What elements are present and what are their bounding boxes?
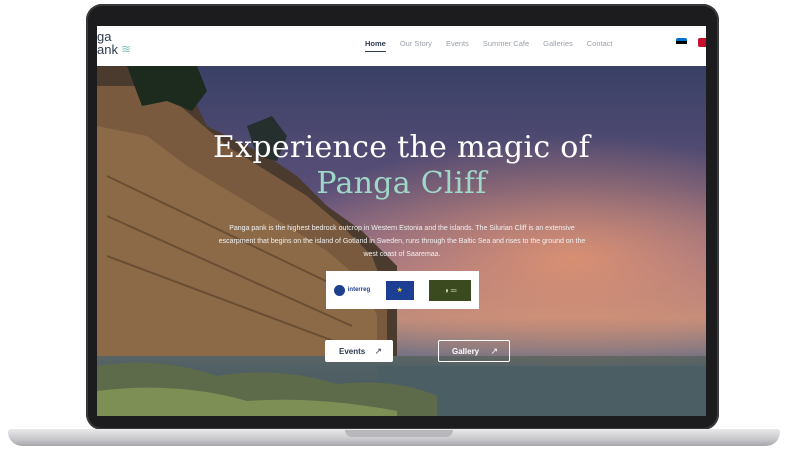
hero-title: Experience the magic of Panga Cliff (97, 130, 706, 202)
hero-title-line1: Experience the magic of (212, 130, 591, 165)
gallery-button-label: Gallery (452, 346, 480, 356)
browser-screen: Experience the magic of Panga Cliff Pang… (97, 26, 706, 416)
interreg-icon (333, 284, 345, 296)
interreg-logo: interreg (333, 284, 371, 296)
eu-flag-icon: ★ (385, 280, 414, 300)
hero-title-line2: Panga Cliff (316, 166, 487, 201)
site-logo[interactable]: ga ank ≋ (97, 30, 131, 56)
laptop-notch (345, 430, 453, 437)
events-button-label: Events (339, 346, 366, 356)
navbar: ga ank ≋ Home Our Story Events Summer Ca… (97, 26, 706, 66)
arrow-up-right-icon: ↗ (490, 345, 498, 356)
estonia-flag-icon[interactable] (676, 38, 687, 47)
uk-flag-icon[interactable] (698, 38, 706, 47)
nav-item-galleries[interactable]: Galleries (543, 39, 573, 52)
events-button[interactable]: Events ↗ (325, 340, 393, 362)
nav-item-events[interactable]: Events (446, 39, 469, 52)
hero-section: Experience the magic of Panga Cliff Pang… (97, 66, 706, 416)
interreg-label: interreg (347, 287, 371, 293)
gallery-button[interactable]: Gallery ↗ (438, 340, 510, 362)
hero-description: Panga pank is the highest bedrock outcro… (218, 225, 586, 258)
arrow-up-right-icon: ↗ (374, 345, 382, 356)
nav-item-home[interactable]: Home (365, 39, 386, 52)
partner-logos: interreg ★ ◑ ═ (326, 271, 479, 309)
logo-line2: ank (97, 42, 118, 57)
partner-green-logo: ◑ ═ (429, 279, 472, 301)
nav-item-summer-cafe[interactable]: Summer Cafe (483, 39, 529, 52)
nav-item-contact[interactable]: Contact (587, 39, 613, 52)
waves-icon: ≋ (120, 42, 132, 56)
nav-links: Home Our Story Events Summer Cafe Galler… (365, 39, 627, 52)
nav-item-our-story[interactable]: Our Story (400, 39, 432, 52)
